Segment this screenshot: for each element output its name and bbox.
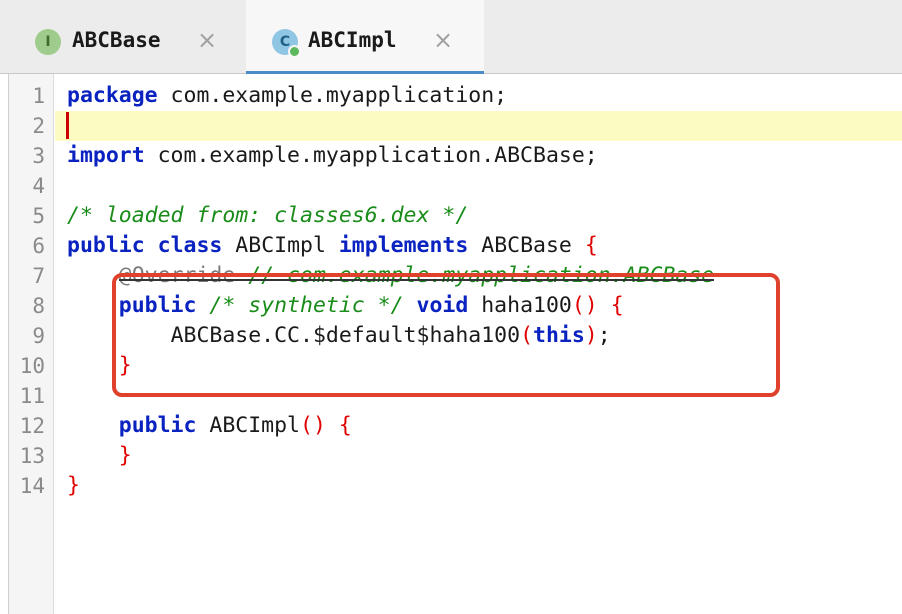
- close-icon[interactable]: ×: [433, 26, 453, 54]
- code-line-13[interactable]: }: [67, 441, 132, 471]
- constructor-name: ABCImpl: [196, 413, 301, 438]
- line-number: 11: [19, 384, 45, 408]
- keyword: public: [67, 233, 145, 258]
- tab-label: ABCBase: [72, 28, 161, 52]
- line-number-gutter: 1 2 3 4 5 6 7 8 9 10 11 12 13 14: [9, 74, 54, 614]
- brace: }: [118, 443, 132, 468]
- keyword: package: [67, 83, 158, 108]
- tab-abcimpl[interactable]: C ABCImpl ×: [246, 0, 484, 75]
- line-number: 7: [32, 264, 45, 288]
- class-name: ABCImpl: [222, 233, 339, 258]
- line-number: 14: [19, 474, 45, 498]
- code-line-5[interactable]: /* loaded from: classes6.dex */: [67, 201, 468, 231]
- line-number: 5: [32, 204, 45, 228]
- code-line-1[interactable]: package com.example.myapplication;: [67, 81, 507, 111]
- package-name: com.example.myapplication;: [157, 83, 508, 108]
- keyword: implements: [338, 233, 469, 258]
- brace: {: [325, 413, 352, 438]
- editor-tab-bar: I ABCBase × C ABCImpl ×: [0, 0, 902, 75]
- line-number: 10: [19, 354, 45, 378]
- line-number: 6: [32, 234, 45, 258]
- tab-label: ABCImpl: [308, 28, 397, 52]
- line-number: 4: [32, 174, 45, 198]
- brace: {: [584, 233, 598, 258]
- code-line-12[interactable]: public ABCImpl() {: [67, 411, 352, 441]
- brace: }: [67, 473, 80, 498]
- status-dot-icon: [288, 45, 301, 58]
- keyword: public: [118, 413, 197, 438]
- annotation-highlight-box: [112, 273, 780, 397]
- current-line-highlight: [55, 111, 902, 141]
- parens: (): [300, 413, 326, 438]
- line-number: 2: [32, 114, 45, 138]
- keyword: import: [67, 143, 145, 168]
- code-line-3[interactable]: import com.example.myapplication.ABCBase…: [67, 141, 598, 171]
- code-editor[interactable]: 1 2 3 4 5 6 7 8 9 10 11 12 13 14 package…: [8, 74, 902, 614]
- interface-name: ABCBase: [468, 233, 585, 258]
- line-number: 8: [32, 294, 45, 318]
- line-number: 13: [19, 444, 45, 468]
- code-line-14[interactable]: }: [67, 471, 80, 501]
- code-line-6[interactable]: public class ABCImpl implements ABCBase …: [67, 231, 598, 261]
- text-caret: [66, 112, 69, 139]
- keyword: class: [157, 233, 223, 258]
- line-number: 1: [32, 84, 45, 108]
- line-number: 9: [32, 324, 45, 348]
- line-number: 3: [32, 144, 45, 168]
- interface-icon: I: [35, 29, 61, 55]
- close-icon[interactable]: ×: [197, 26, 217, 54]
- tab-abcbase[interactable]: I ABCBase ×: [0, 0, 246, 74]
- line-number: 12: [19, 414, 45, 438]
- import-path: com.example.myapplication.ABCBase;: [144, 143, 598, 168]
- comment: /* loaded from: classes6.dex */: [67, 203, 469, 228]
